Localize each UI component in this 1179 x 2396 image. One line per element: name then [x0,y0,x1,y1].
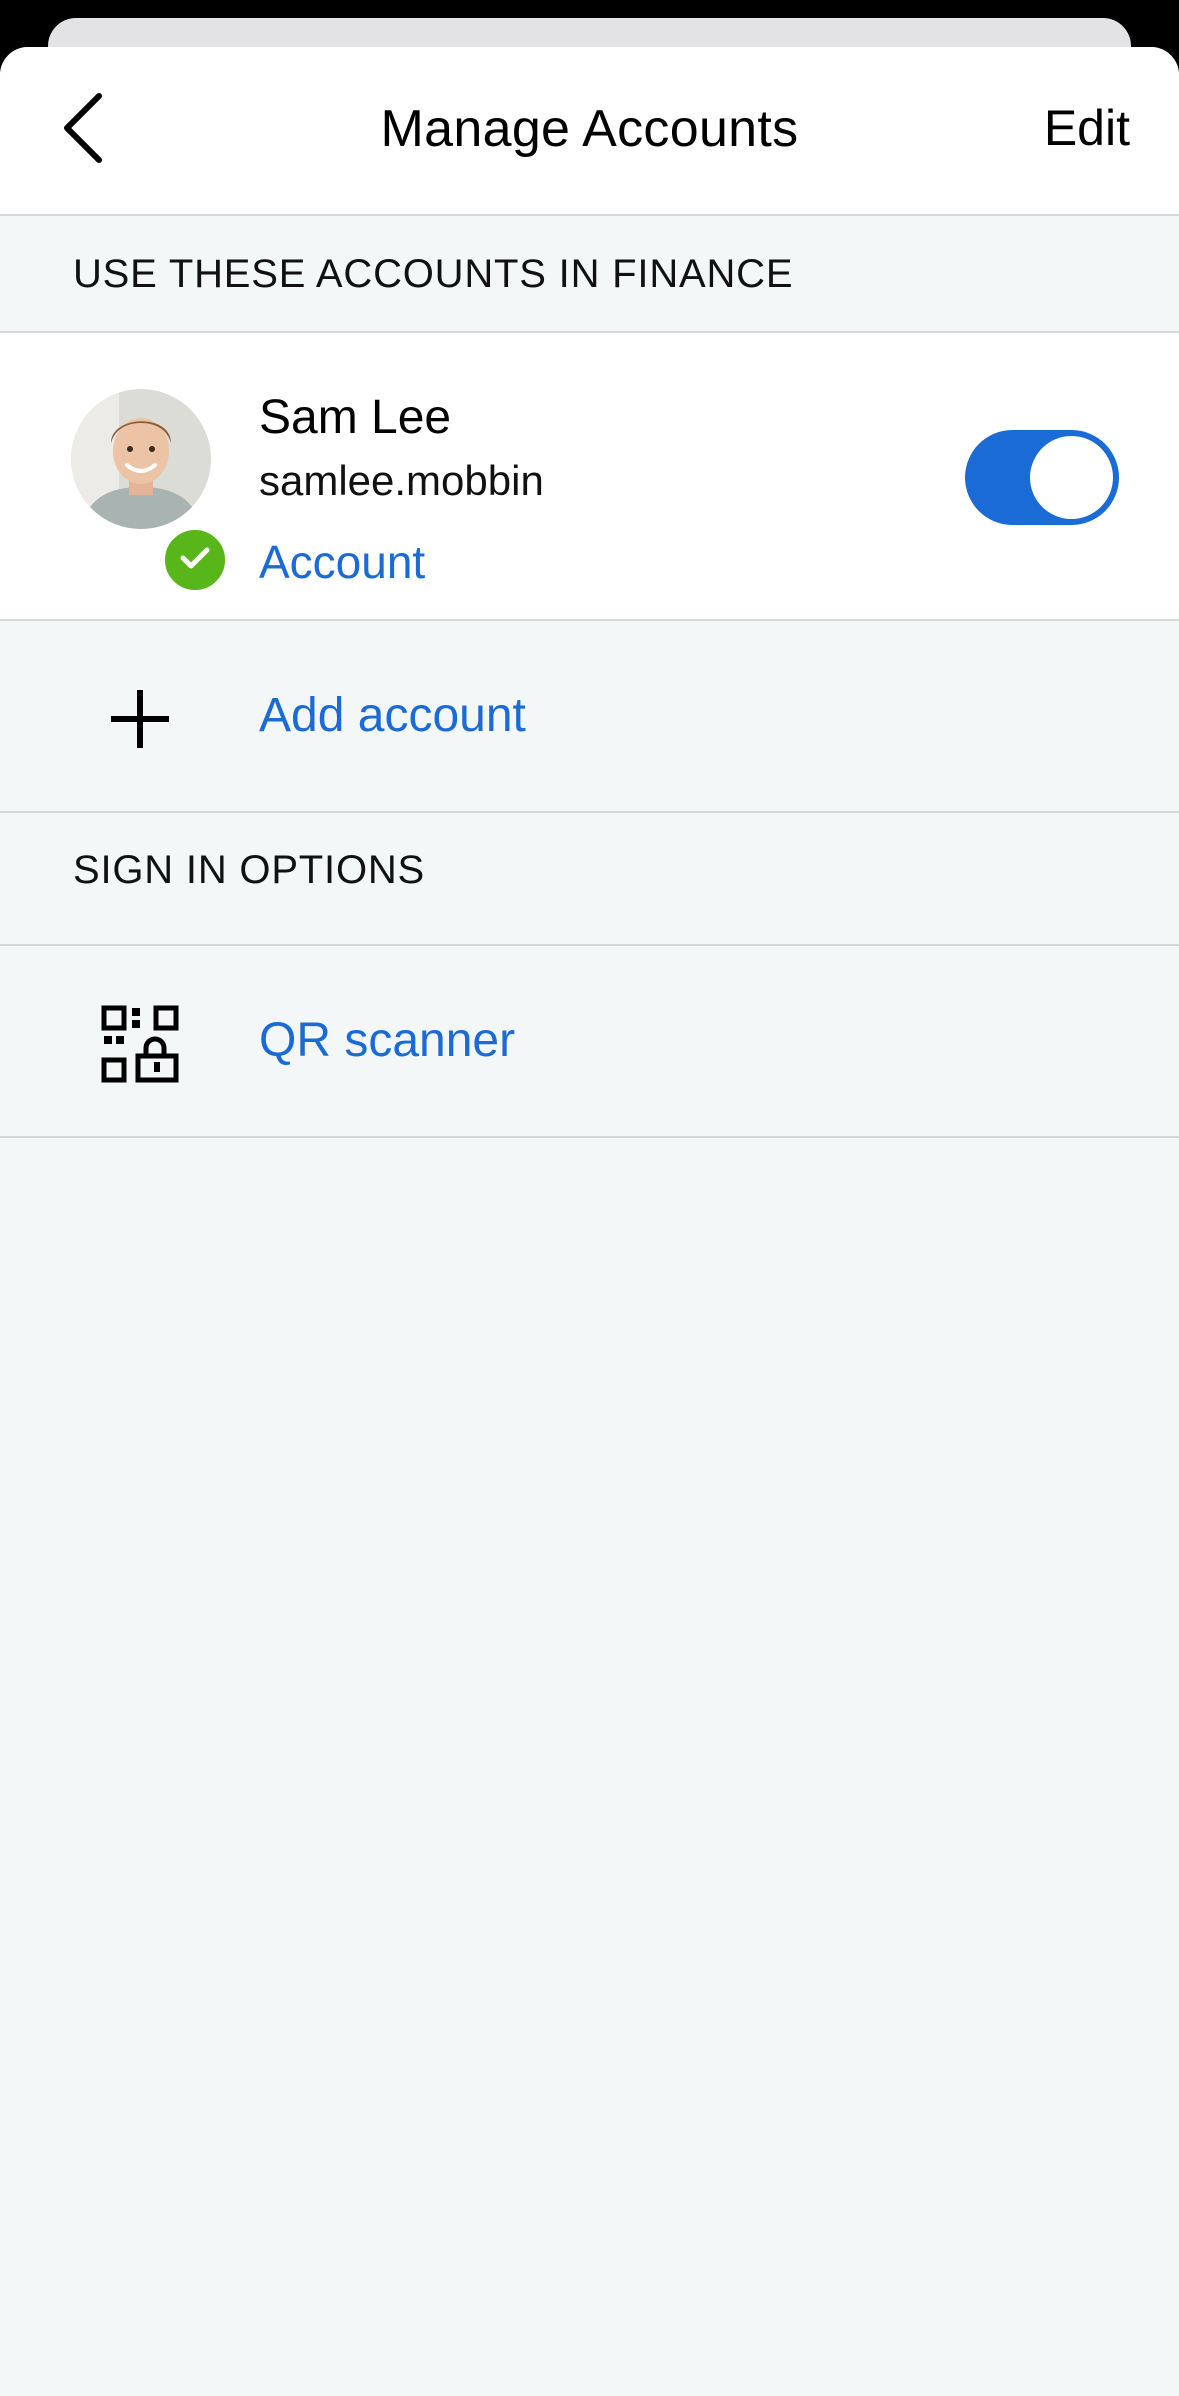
account-link[interactable]: Account [259,535,425,589]
avatar [71,389,211,529]
manage-accounts-sheet: Manage Accounts Edit USE THESE ACCOUNTS … [0,47,1179,2396]
navigation-bar: Manage Accounts Edit [0,47,1179,216]
add-account-label: Add account [259,689,526,742]
page-title: Manage Accounts [380,100,799,158]
edit-button[interactable]: Edit [1044,99,1130,157]
checkmark-icon [179,545,211,576]
plus-icon [100,679,180,759]
section-header-sign-in-options: SIGN IN OPTIONS [0,811,1179,946]
qr-scanner-label: QR scanner [259,1014,516,1067]
verified-badge [162,527,228,593]
account-enabled-toggle[interactable] [965,430,1119,525]
account-username: samlee.mobbin [259,457,544,504]
account-name: Sam Lee [259,391,452,444]
toggle-knob [1030,436,1113,519]
add-account-button[interactable]: Add account [0,621,1179,813]
section-header-accounts: USE THESE ACCOUNTS IN FINANCE [0,216,1179,333]
qr-scanner-button[interactable]: QR scanner [0,946,1179,1138]
qr-code-lock-icon [100,1004,180,1084]
